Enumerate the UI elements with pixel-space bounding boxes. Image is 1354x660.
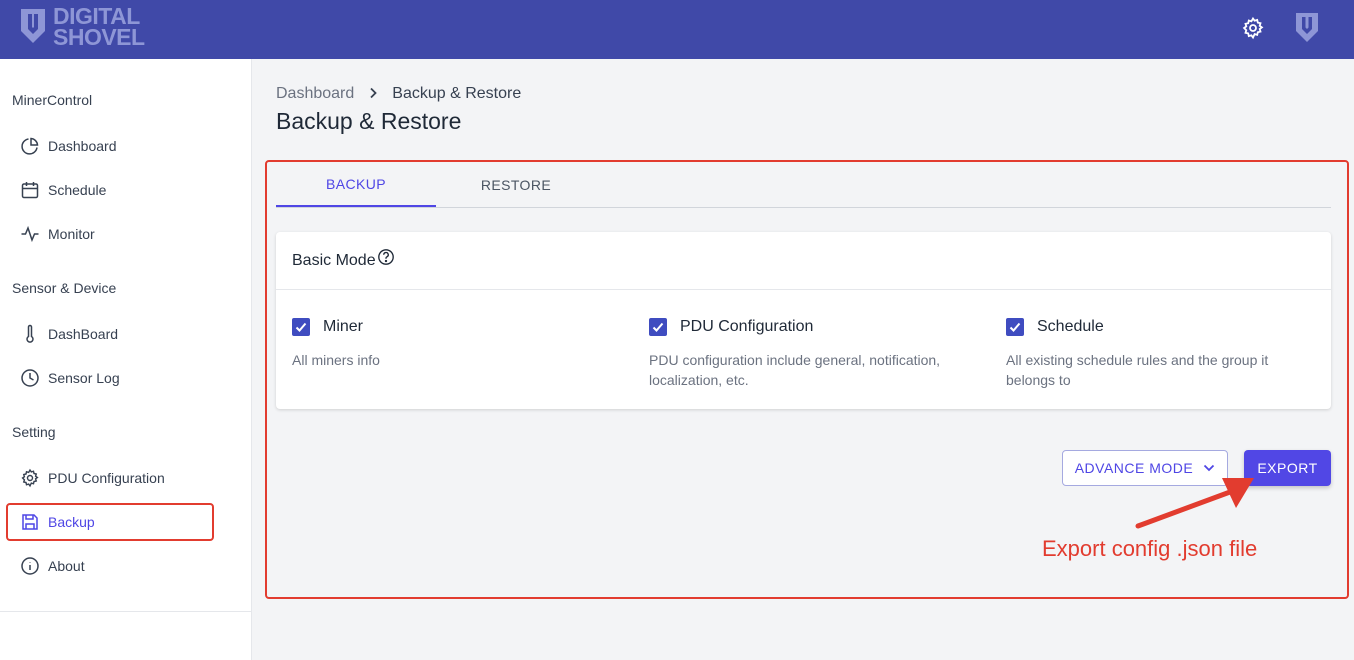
option-schedule: Schedule All existing schedule rules and… xyxy=(1006,318,1316,390)
miner-checkbox[interactable] xyxy=(292,318,310,336)
brand-logo[interactable]: DIGITAL SHOVEL xyxy=(19,5,145,50)
sidebar-item-label: Sensor Log xyxy=(48,370,120,386)
basic-mode-card: Basic Mode Miner All miners info PDU Con… xyxy=(276,232,1331,409)
pie-chart-icon xyxy=(20,136,40,156)
option-description: All miners info xyxy=(292,352,380,368)
sidebar-section-setting: Setting xyxy=(12,424,56,440)
sidebar-item-sensor-dashboard[interactable]: DashBoard xyxy=(8,316,212,352)
gear-icon[interactable] xyxy=(1241,16,1265,40)
sidebar-item-label: Monitor xyxy=(48,226,95,242)
thermometer-icon xyxy=(20,324,40,344)
pdu-configuration-checkbox[interactable] xyxy=(649,318,667,336)
sidebar-item-backup[interactable]: Backup xyxy=(6,503,214,541)
top-bar: DIGITAL SHOVEL xyxy=(0,0,1354,59)
sidebar-item-label: DashBoard xyxy=(48,326,119,342)
shield-logo-icon xyxy=(21,9,45,43)
chevron-right-icon xyxy=(368,86,378,102)
sidebar-item-schedule[interactable]: Schedule xyxy=(8,172,212,208)
help-circle-icon[interactable] xyxy=(377,248,395,266)
option-name: Schedule xyxy=(1037,318,1104,335)
card-title: Basic Mode xyxy=(292,251,376,269)
sidebar-divider xyxy=(0,611,251,612)
schedule-checkbox[interactable] xyxy=(1006,318,1024,336)
gear-icon xyxy=(20,468,40,488)
sidebar-item-label: Dashboard xyxy=(48,138,117,154)
sidebar-item-about[interactable]: About xyxy=(8,548,212,584)
activity-icon xyxy=(20,224,40,244)
sidebar-item-label: PDU Configuration xyxy=(48,470,165,486)
tab-bar: BACKUP RESTORE xyxy=(276,163,1331,208)
save-icon xyxy=(20,512,40,532)
option-miner: Miner All miners info xyxy=(292,318,602,370)
brand-line2: SHOVEL xyxy=(53,24,145,50)
tab-restore[interactable]: RESTORE xyxy=(436,163,596,207)
calendar-icon xyxy=(20,180,40,200)
annotation-text: Export config .json file xyxy=(1042,536,1258,561)
sidebar-item-dashboard[interactable]: Dashboard xyxy=(8,128,212,164)
sidebar-item-label: About xyxy=(48,558,85,574)
brand-name: DIGITAL SHOVEL xyxy=(53,5,145,50)
card-header: Basic Mode xyxy=(276,232,1331,290)
sidebar-section-minercontrol: MinerControl xyxy=(12,92,93,108)
annotation-arrow-icon xyxy=(1135,478,1254,529)
option-description: All existing schedule rules and the grou… xyxy=(1006,352,1269,388)
sidebar-section-sensor-device: Sensor & Device xyxy=(12,280,117,296)
option-name: PDU Configuration xyxy=(680,318,814,335)
sidebar-item-monitor[interactable]: Monitor xyxy=(8,216,212,252)
option-name: Miner xyxy=(323,318,364,335)
tab-backup[interactable]: BACKUP xyxy=(276,163,436,207)
option-pdu-configuration: PDU Configuration PDU configuration incl… xyxy=(649,318,959,390)
clock-icon xyxy=(20,368,40,388)
sidebar: MinerControl Dashboard Schedule Monitor … xyxy=(0,59,252,660)
sidebar-item-label: Backup xyxy=(48,514,95,530)
breadcrumb-current: Backup & Restore xyxy=(392,85,522,102)
sidebar-item-sensor-log[interactable]: Sensor Log xyxy=(8,360,212,396)
page-title: Backup & Restore xyxy=(276,108,462,134)
info-icon xyxy=(20,556,40,576)
option-description: PDU configuration include general, notif… xyxy=(649,352,941,388)
account-shield-icon[interactable] xyxy=(1295,12,1319,44)
sidebar-item-pdu-configuration[interactable]: PDU Configuration xyxy=(8,460,212,496)
breadcrumb: Dashboard Backup & Restore xyxy=(276,85,521,103)
sidebar-item-label: Schedule xyxy=(48,182,107,198)
breadcrumb-dashboard-link[interactable]: Dashboard xyxy=(276,85,354,103)
